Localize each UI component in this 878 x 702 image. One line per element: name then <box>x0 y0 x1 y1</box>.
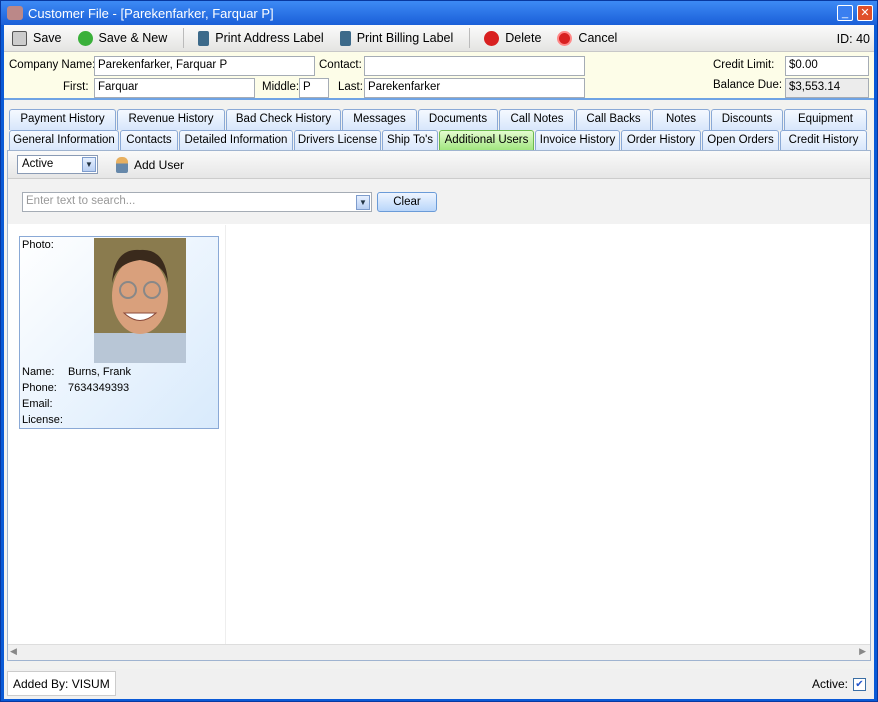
tab-bad-check-history[interactable]: Bad Check History <box>226 109 341 130</box>
user-card[interactable]: Photo: Name: Burns, Frank Phone: 763434939… <box>19 236 219 429</box>
email-label: Email: <box>22 398 53 410</box>
scroll-right-icon[interactable]: ▶ <box>859 646 866 657</box>
name-label: Name: <box>22 366 55 378</box>
plus-icon <box>77 30 93 46</box>
print-address-label-button[interactable]: Print Address Label <box>198 30 324 46</box>
print-address-label: Print Address Label <box>215 31 324 45</box>
contact-label: Contact: <box>319 59 362 71</box>
divider <box>183 28 185 48</box>
customer-file-window: Customer File - [Parekenfarker, Farquar … <box>0 0 878 702</box>
save-button[interactable]: Save <box>12 30 62 46</box>
user-icon <box>116 156 128 173</box>
toolbar: Save Save & New Print Address Label Prin… <box>4 25 874 52</box>
credit-limit-label: Credit Limit: <box>713 59 775 71</box>
tab-documents[interactable]: Documents <box>418 109 498 130</box>
clear-button[interactable]: Clear <box>377 192 437 212</box>
scroll-left-icon[interactable]: ◀ <box>10 646 17 657</box>
balance-due-field: $3,553.14 <box>785 78 869 98</box>
tab-call-backs[interactable]: Call Backs <box>576 109 651 130</box>
search-bar: Enter text to search... ▼ Clear <box>8 179 870 224</box>
chevron-down-icon[interactable]: ▼ <box>356 195 370 210</box>
divider <box>225 225 226 645</box>
save-label: Save <box>33 31 62 45</box>
tab-contacts[interactable]: Contacts <box>120 130 178 151</box>
photo-label: Photo: <box>22 239 54 251</box>
add-user-label: Add User <box>134 157 185 172</box>
save-new-button[interactable]: Save & New <box>77 30 168 46</box>
active-checkbox[interactable]: ✔ <box>853 678 866 691</box>
minimize-button[interactable]: _ <box>837 5 853 21</box>
tab-detailed-information[interactable]: Detailed Information <box>179 130 293 151</box>
printer-label-icon <box>198 30 210 46</box>
tab-revenue-history[interactable]: Revenue History <box>117 109 225 130</box>
phone-label: Phone: <box>22 382 57 394</box>
tab-order-history[interactable]: Order History <box>621 130 701 151</box>
added-by: Added By: VISUM <box>7 671 116 696</box>
tab-discounts[interactable]: Discounts <box>711 109 783 130</box>
tab-open-orders[interactable]: Open Orders <box>702 130 779 151</box>
users-subtoolbar: Active ▼ Add User <box>8 151 870 179</box>
tab-equipment[interactable]: Equipment <box>784 109 867 130</box>
cancel-label: Cancel <box>578 31 618 45</box>
search-input[interactable]: Enter text to search... ▼ <box>22 192 372 212</box>
window-title: Customer File - [Parekenfarker, Farquar … <box>28 5 274 21</box>
middle-label: Middle: <box>262 81 300 93</box>
printer-label-icon <box>339 30 351 46</box>
status-bar: Added By: VISUM Active: ✔ <box>4 669 874 699</box>
tab-call-notes[interactable]: Call Notes <box>499 109 575 130</box>
add-user-button[interactable]: Add User <box>116 156 185 173</box>
tab-ship-to-s[interactable]: Ship To's <box>382 130 438 151</box>
delete-label: Delete <box>505 31 542 45</box>
license-label: License: <box>22 414 63 426</box>
last-name-field[interactable]: Parekenfarker <box>364 78 585 98</box>
tab-payment-history[interactable]: Payment History <box>9 109 116 130</box>
tab-drivers-license[interactable]: Drivers License <box>294 130 381 151</box>
company-name-label: Company Name: <box>9 59 96 71</box>
balance-due-label: Balance Due: <box>713 79 783 91</box>
delete-button[interactable]: Delete <box>484 30 542 46</box>
record-id: ID: 40 <box>836 32 870 46</box>
last-label: Last: <box>338 81 363 93</box>
tab-notes[interactable]: Notes <box>652 109 710 130</box>
user-photo <box>94 238 186 363</box>
additional-users-panel: Active ▼ Add User Enter text to search...… <box>7 150 871 661</box>
title-bar: Customer File - [Parekenfarker, Farquar … <box>1 1 877 25</box>
cancel-button[interactable]: Cancel <box>557 30 618 46</box>
tab-additional-users[interactable]: Additional Users <box>439 130 534 151</box>
print-billing-label: Print Billing Label <box>356 31 454 45</box>
active-label: Active: <box>811 677 848 691</box>
tab-messages[interactable]: Messages <box>342 109 417 130</box>
search-placeholder: Enter text to search... <box>26 195 136 207</box>
floppy-disk-icon <box>12 30 27 46</box>
horizontal-scrollbar[interactable]: ◀ ▶ <box>8 644 870 660</box>
contact-field[interactable] <box>364 56 585 76</box>
company-name-field[interactable]: Parekenfarker, Farquar P <box>94 56 315 76</box>
print-billing-label-button[interactable]: Print Billing Label <box>339 30 454 46</box>
divider <box>469 28 471 48</box>
save-new-label: Save & New <box>98 31 168 45</box>
status-filter-value: Active <box>22 158 54 170</box>
user-name: Burns, Frank <box>68 366 131 378</box>
tab-general-information[interactable]: General Information <box>9 130 119 151</box>
cancel-icon <box>557 30 573 46</box>
close-button[interactable]: ✕ <box>857 5 873 21</box>
status-filter-dropdown[interactable]: Active ▼ <box>17 155 98 174</box>
tab-invoice-history[interactable]: Invoice History <box>535 130 620 151</box>
first-label: First: <box>63 81 89 93</box>
delete-icon <box>484 30 500 46</box>
customer-file-icon <box>7 6 23 20</box>
user-phone: 7634349393 <box>68 382 130 394</box>
credit-limit-field[interactable]: $0.00 <box>785 56 869 76</box>
chevron-down-icon[interactable]: ▼ <box>82 157 96 172</box>
first-name-field[interactable]: Farquar <box>94 78 255 98</box>
customer-header: Company Name: Parekenfarker, Farquar P C… <box>4 52 874 100</box>
middle-name-field[interactable]: P <box>299 78 329 98</box>
tab-credit-history[interactable]: Credit History <box>780 130 867 151</box>
